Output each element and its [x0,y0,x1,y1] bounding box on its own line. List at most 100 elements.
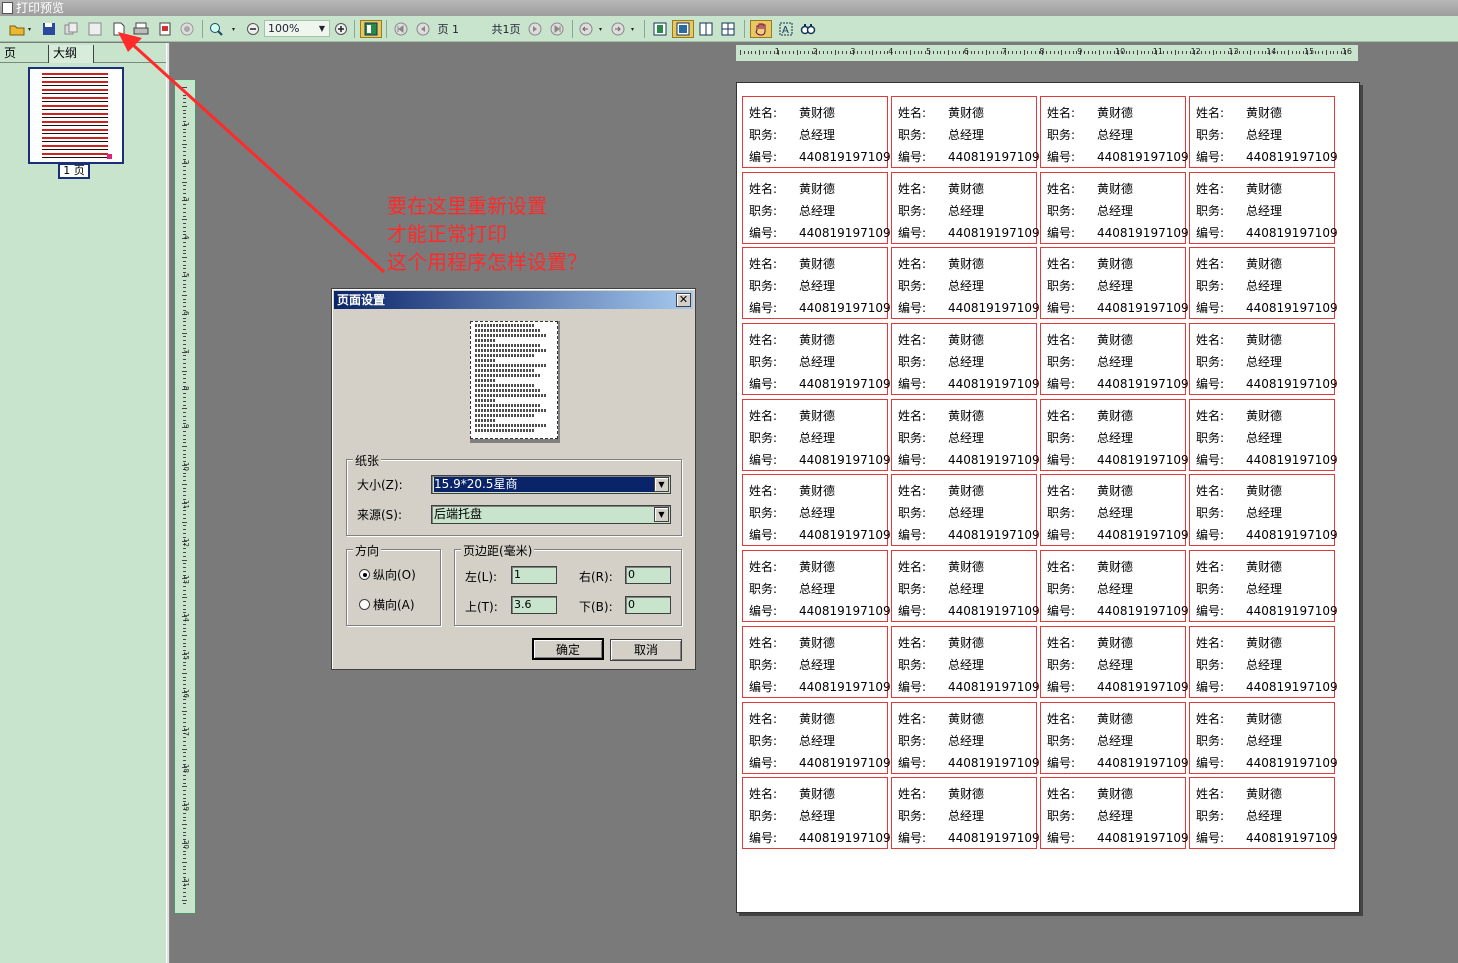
card-title-value: 总经理 [1097,355,1134,370]
ruler-tick [183,264,186,266]
thumbnail-label: 1 页 [58,163,90,179]
ruler-tick [182,332,187,334]
multi-pages-icon[interactable] [718,20,738,38]
preview-line [475,354,535,357]
export-icon[interactable] [156,20,174,38]
page-thumbnail[interactable] [28,67,124,164]
page-width-icon[interactable] [672,20,694,38]
card-title-label: 职务: [749,279,778,294]
save-icon[interactable] [40,20,58,38]
card-title-label: 职务: [749,809,778,824]
card-id-row: 编号: 440819197109 [1047,301,1189,315]
card-id-label: 编号: [898,831,927,846]
card-name-label: 姓名: [1047,787,1076,802]
card-name-value: 黄财德 [1246,257,1283,272]
hand-tool-icon[interactable] [750,20,772,38]
ruler-tick [183,517,186,519]
ruler-tick [183,253,186,255]
toolbar-separator [572,20,573,38]
panel-splitter[interactable] [166,43,170,963]
ruler-number: 4 [182,235,190,240]
ruler-tick [743,51,745,54]
ruler-tick [1034,51,1036,54]
ruler-tick [819,51,821,54]
ruler-tick [1015,51,1017,54]
preview-line [475,349,547,352]
tab-outline[interactable]: 大纲 [48,45,95,63]
toolbar-separator [386,20,387,38]
dialog-titlebar[interactable]: 页面设置 ✕ [334,291,693,309]
prev-page-icon[interactable] [414,20,432,38]
bottom-margin-input[interactable]: 0 [625,596,671,614]
zoom-in-plus-icon[interactable] [332,20,350,38]
ok-button[interactable]: 确定 [532,638,604,660]
ruler-number: 9 [1077,47,1083,56]
landscape-radio[interactable]: 横向(A) [359,596,415,613]
ruler-tick [183,449,186,451]
first-page-icon[interactable] [392,20,410,38]
ruler-tick [183,529,186,531]
tab-pages[interactable]: 页 [4,45,16,63]
ruler-tick [183,548,186,550]
card-name-value: 黄财德 [948,181,985,196]
card-name-label: 姓名: [898,408,927,423]
left-margin-input[interactable]: 1 [511,566,557,584]
ruler-tick [921,51,923,54]
chevron-down-icon[interactable]: ▼ [654,507,669,522]
ruler-tick [183,627,186,629]
ruler-tick [183,476,186,478]
page-number-input[interactable]: 1 [452,20,482,38]
paper-size-select[interactable]: 15.9*20.5星商 ▼ [431,475,671,494]
card-id-label: 编号: [1047,452,1076,467]
ruler-tick [183,865,186,867]
card-name-row: 姓名: 黄财德 [1047,182,1133,196]
card-id-row: 编号: 440819197109 [898,150,1040,164]
ruler-number: 10 [1115,47,1126,56]
card-title-row: 职务: 总经理 [749,658,835,672]
bottom-margin-label: 下(B): [579,600,613,614]
back-icon[interactable] [578,20,606,38]
card-id-value: 440819197109 [799,301,891,316]
two-pages-icon[interactable] [696,20,716,38]
frame-icon[interactable] [86,20,104,38]
cancel-button[interactable]: 取消 [610,639,682,661]
thumbnail-panel-toggle[interactable] [360,20,382,38]
ruler-tick [1110,51,1112,54]
chevron-down-icon[interactable]: ▼ [654,477,669,492]
zoom-out-icon[interactable] [244,20,262,38]
ruler-tick [183,631,186,633]
card-name-value: 黄财德 [1097,560,1134,575]
card-title-row: 职务: 总经理 [898,506,984,520]
close-icon[interactable]: ✕ [676,293,691,307]
text-select-icon[interactable]: A [776,20,796,38]
card-title-label: 职务: [749,733,778,748]
card-name-value: 黄财德 [1097,257,1134,272]
zoom-select[interactable]: 100% ▼ [264,20,330,37]
ruler-tick [183,128,186,130]
open-icon[interactable] [8,20,34,38]
stop-icon[interactable] [178,20,196,38]
ruler-tick [182,105,187,107]
right-margin-input[interactable]: 0 [625,566,671,584]
page-setup-icon[interactable] [110,20,128,38]
find-icon[interactable] [798,20,818,38]
label-card: 姓名: 黄财德 职务: 总经理 编号: 440819197109 [742,777,891,850]
card-name-row: 姓名: 黄财德 [1047,636,1133,650]
print-icon[interactable] [132,20,150,38]
ruler-number: 8 [182,386,190,391]
preview-line [475,374,541,377]
portrait-radio[interactable]: 纵向(O) [359,566,416,583]
zoom-in-icon[interactable] [208,20,238,38]
zoom-value: 100% [268,22,300,35]
ruler-tick [182,710,187,712]
next-page-icon[interactable] [526,20,544,38]
card-name-label: 姓名: [1047,560,1076,575]
forward-icon[interactable] [610,20,638,38]
copy-icon[interactable] [62,20,80,38]
last-page-icon[interactable] [548,20,566,38]
card-id-value: 440819197109 [1097,679,1189,694]
single-page-icon[interactable] [650,20,670,38]
paper-source-select[interactable]: 后端托盘 ▼ [431,505,671,524]
ruler-tick [183,589,186,591]
top-margin-input[interactable]: 3.6 [511,596,557,614]
